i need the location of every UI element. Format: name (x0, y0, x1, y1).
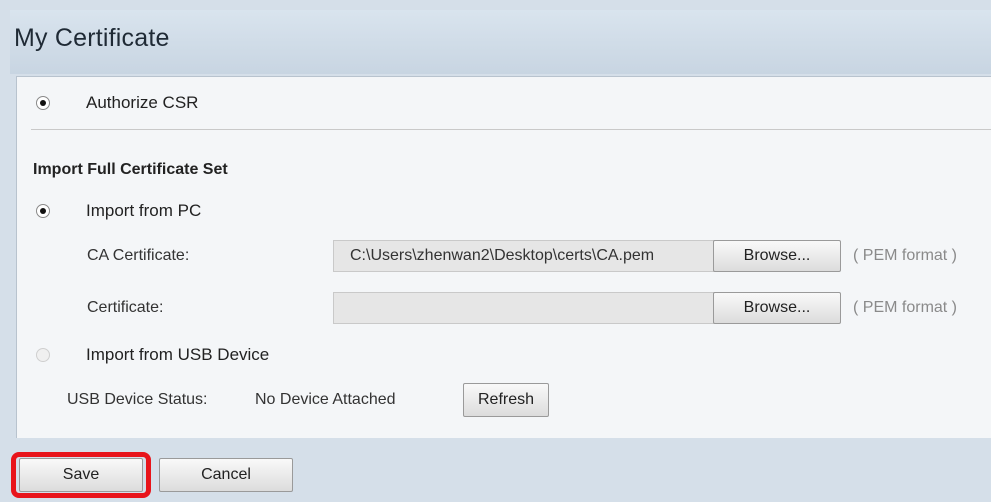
page-title: My Certificate (14, 24, 170, 52)
title-bar: My Certificate (10, 10, 991, 74)
ca-certificate-browse-button[interactable]: Browse... (713, 240, 841, 272)
ca-certificate-format-hint: ( PEM format ) (853, 247, 958, 264)
import-from-usb-label: Import from USB Device (86, 345, 270, 364)
import-from-pc-row: Import from PC (36, 201, 201, 221)
save-highlight-box (11, 452, 151, 498)
certificate-path-field[interactable] (333, 292, 715, 324)
divider (31, 129, 991, 130)
import-from-usb-radio[interactable] (36, 348, 50, 362)
certificate-panel: Authorize CSR Import Full Certificate Se… (16, 76, 991, 439)
import-from-pc-label: Import from PC (86, 201, 202, 220)
ca-certificate-path-field[interactable]: C:\Users\zhenwan2\Desktop\certs\CA.pem (333, 240, 715, 272)
authorize-csr-radio[interactable] (36, 96, 50, 110)
certificate-format-hint: ( PEM format ) (853, 299, 958, 316)
import-from-usb-row: Import from USB Device (36, 345, 269, 365)
usb-status-value: No Device Attached (255, 391, 396, 408)
import-from-pc-radio[interactable] (36, 204, 50, 218)
usb-status-label: USB Device Status: (67, 391, 208, 408)
certificate-label: Certificate: (87, 299, 164, 316)
ca-certificate-label: CA Certificate: (87, 247, 190, 264)
authorize-csr-label: Authorize CSR (86, 93, 199, 112)
import-section-heading: Import Full Certificate Set (33, 161, 228, 179)
authorize-csr-row: Authorize CSR (36, 93, 198, 113)
certificate-browse-button[interactable]: Browse... (713, 292, 841, 324)
import-section-title: Import Full Certificate Set (33, 161, 228, 178)
refresh-button[interactable]: Refresh (463, 383, 549, 417)
cancel-button[interactable]: Cancel (159, 458, 293, 492)
